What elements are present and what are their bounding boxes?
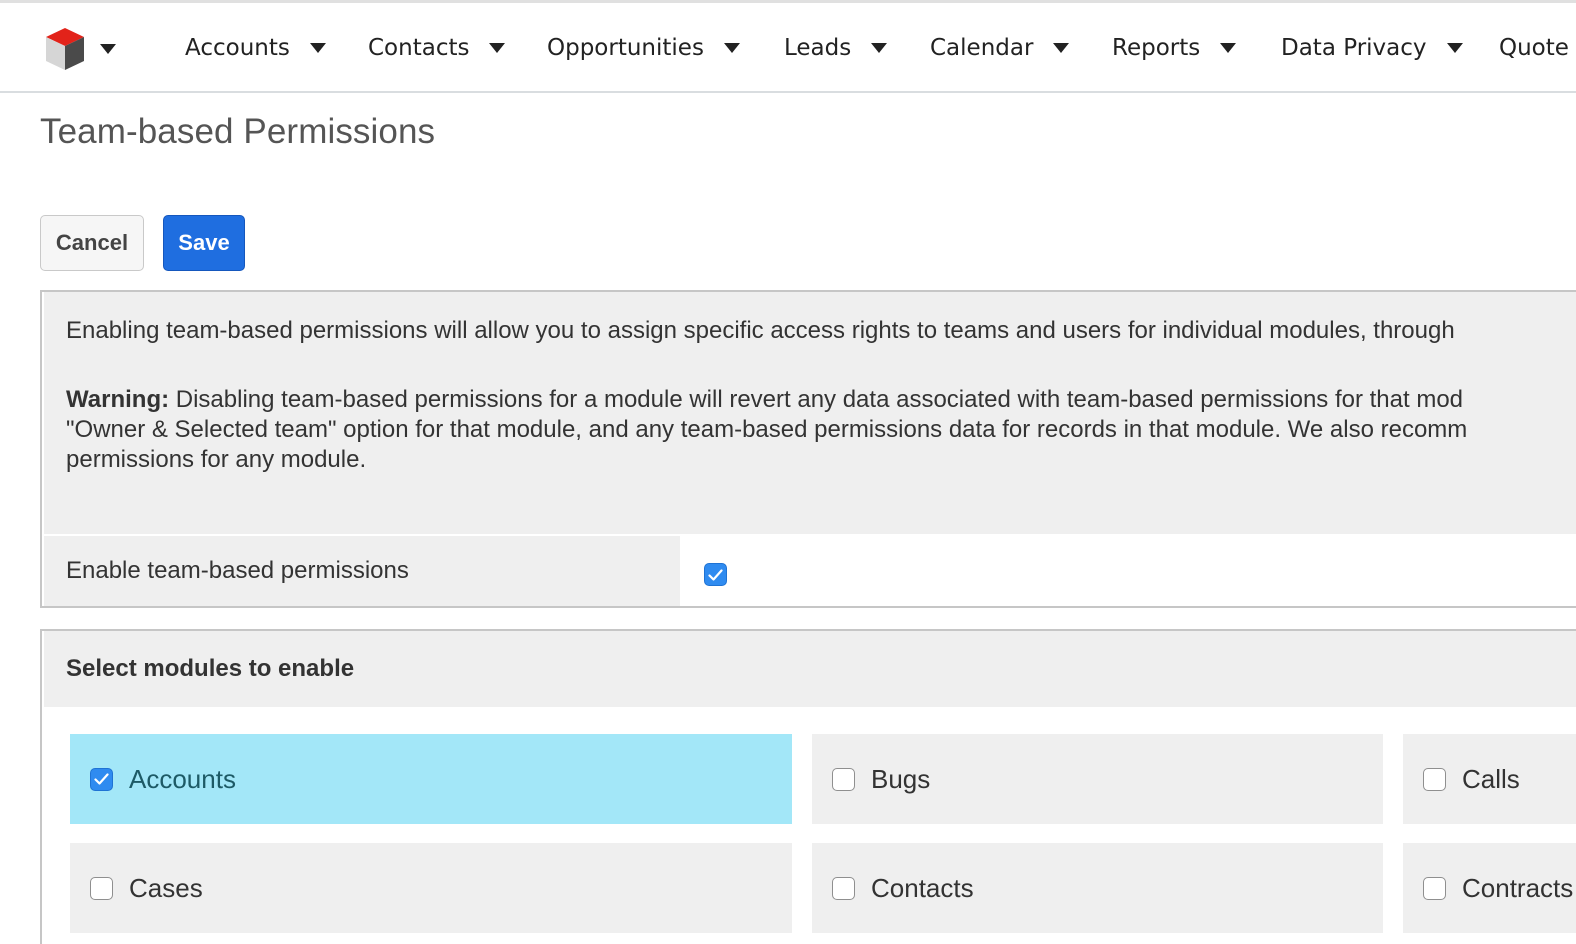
nav-tab-accounts[interactable]: Accounts [185,27,326,69]
module-item-calls[interactable]: Calls [1403,734,1576,824]
team-permissions-settings-panel: Enabling team-based permissions will all… [40,290,1576,608]
sugar-cube-icon [46,28,84,70]
warning-message: Warning: Disabling team-based permission… [66,385,1576,475]
module-item-cases[interactable]: Cases [70,843,792,933]
nav-tab-label: Reports [1112,35,1201,61]
cancel-button[interactable]: Cancel [40,215,144,271]
warning-label: Warning: [66,386,170,413]
page-title: Team-based Permissions [40,112,436,151]
nav-tab-contacts[interactable]: Contacts [368,27,506,69]
checkmark-icon [708,568,723,581]
module-checkbox[interactable] [832,876,855,900]
nav-tab-label: Leads [784,35,852,61]
nav-tab-label: Calendar [930,35,1034,61]
modules-selection-panel: Select modules to enable Accounts Bugs C… [40,629,1576,944]
chevron-down-icon[interactable] [1200,43,1237,53]
nav-tab-label: Accounts [185,35,290,61]
module-label: Contacts [871,872,974,903]
nav-tab-quotes[interactable]: Quote [1499,27,1569,69]
nav-tab-label: Contacts [368,35,470,61]
module-item-bugs[interactable]: Bugs [812,734,1383,824]
module-label: Cases [129,872,203,903]
warning-text: Disabling team-based permissions for a m… [169,386,1464,413]
module-label: Bugs [871,763,931,794]
nav-tab-data-privacy[interactable]: Data Privacy [1281,27,1463,69]
module-item-contacts[interactable]: Contacts [812,843,1383,933]
module-item-contracts[interactable]: Contracts [1403,843,1576,933]
module-item-accounts[interactable]: Accounts [70,734,792,824]
module-label: Calls [1462,763,1520,794]
top-navigation-bar: Accounts Contacts Opportunities Leads Ca… [0,0,1576,93]
chevron-down-icon[interactable] [851,43,888,53]
warning-text: permissions for any module. [66,446,367,473]
chevron-down-icon[interactable] [1033,43,1070,53]
warning-text: "Owner & Selected team" option for that … [66,416,1468,443]
nav-tab-calendar[interactable]: Calendar [930,27,1070,69]
module-checkbox[interactable] [1423,767,1446,791]
nav-tab-label: Data Privacy [1281,35,1427,61]
chevron-down-icon[interactable] [469,43,506,53]
chevron-down-icon [100,44,116,54]
checkmark-icon [94,773,109,785]
nav-tab-reports[interactable]: Reports [1112,27,1237,69]
nav-tab-label: Quote [1499,35,1569,61]
nav-tab-leads[interactable]: Leads [784,27,888,69]
save-button[interactable]: Save [163,215,245,271]
module-label: Accounts [129,763,236,794]
modules-section-header: Select modules to enable [44,631,1576,707]
module-label: Contracts [1462,872,1574,903]
module-checkbox[interactable] [832,767,855,791]
nav-tab-opportunities[interactable]: Opportunities [547,27,740,69]
chevron-down-icon[interactable] [704,43,740,53]
module-checkbox[interactable] [90,767,113,791]
module-checkbox[interactable] [1423,876,1446,900]
logo-menu-button[interactable] [44,25,116,73]
module-checkbox[interactable] [90,876,113,900]
nav-tab-label: Opportunities [547,35,704,61]
info-description: Enabling team-based permissions will all… [66,317,1455,344]
enable-team-permissions-checkbox[interactable] [704,563,727,586]
enable-team-permissions-label: Enable team-based permissions [44,536,680,606]
info-description-block: Enabling team-based permissions will all… [44,292,1576,534]
chevron-down-icon[interactable] [290,43,326,53]
chevron-down-icon[interactable] [1427,43,1463,53]
